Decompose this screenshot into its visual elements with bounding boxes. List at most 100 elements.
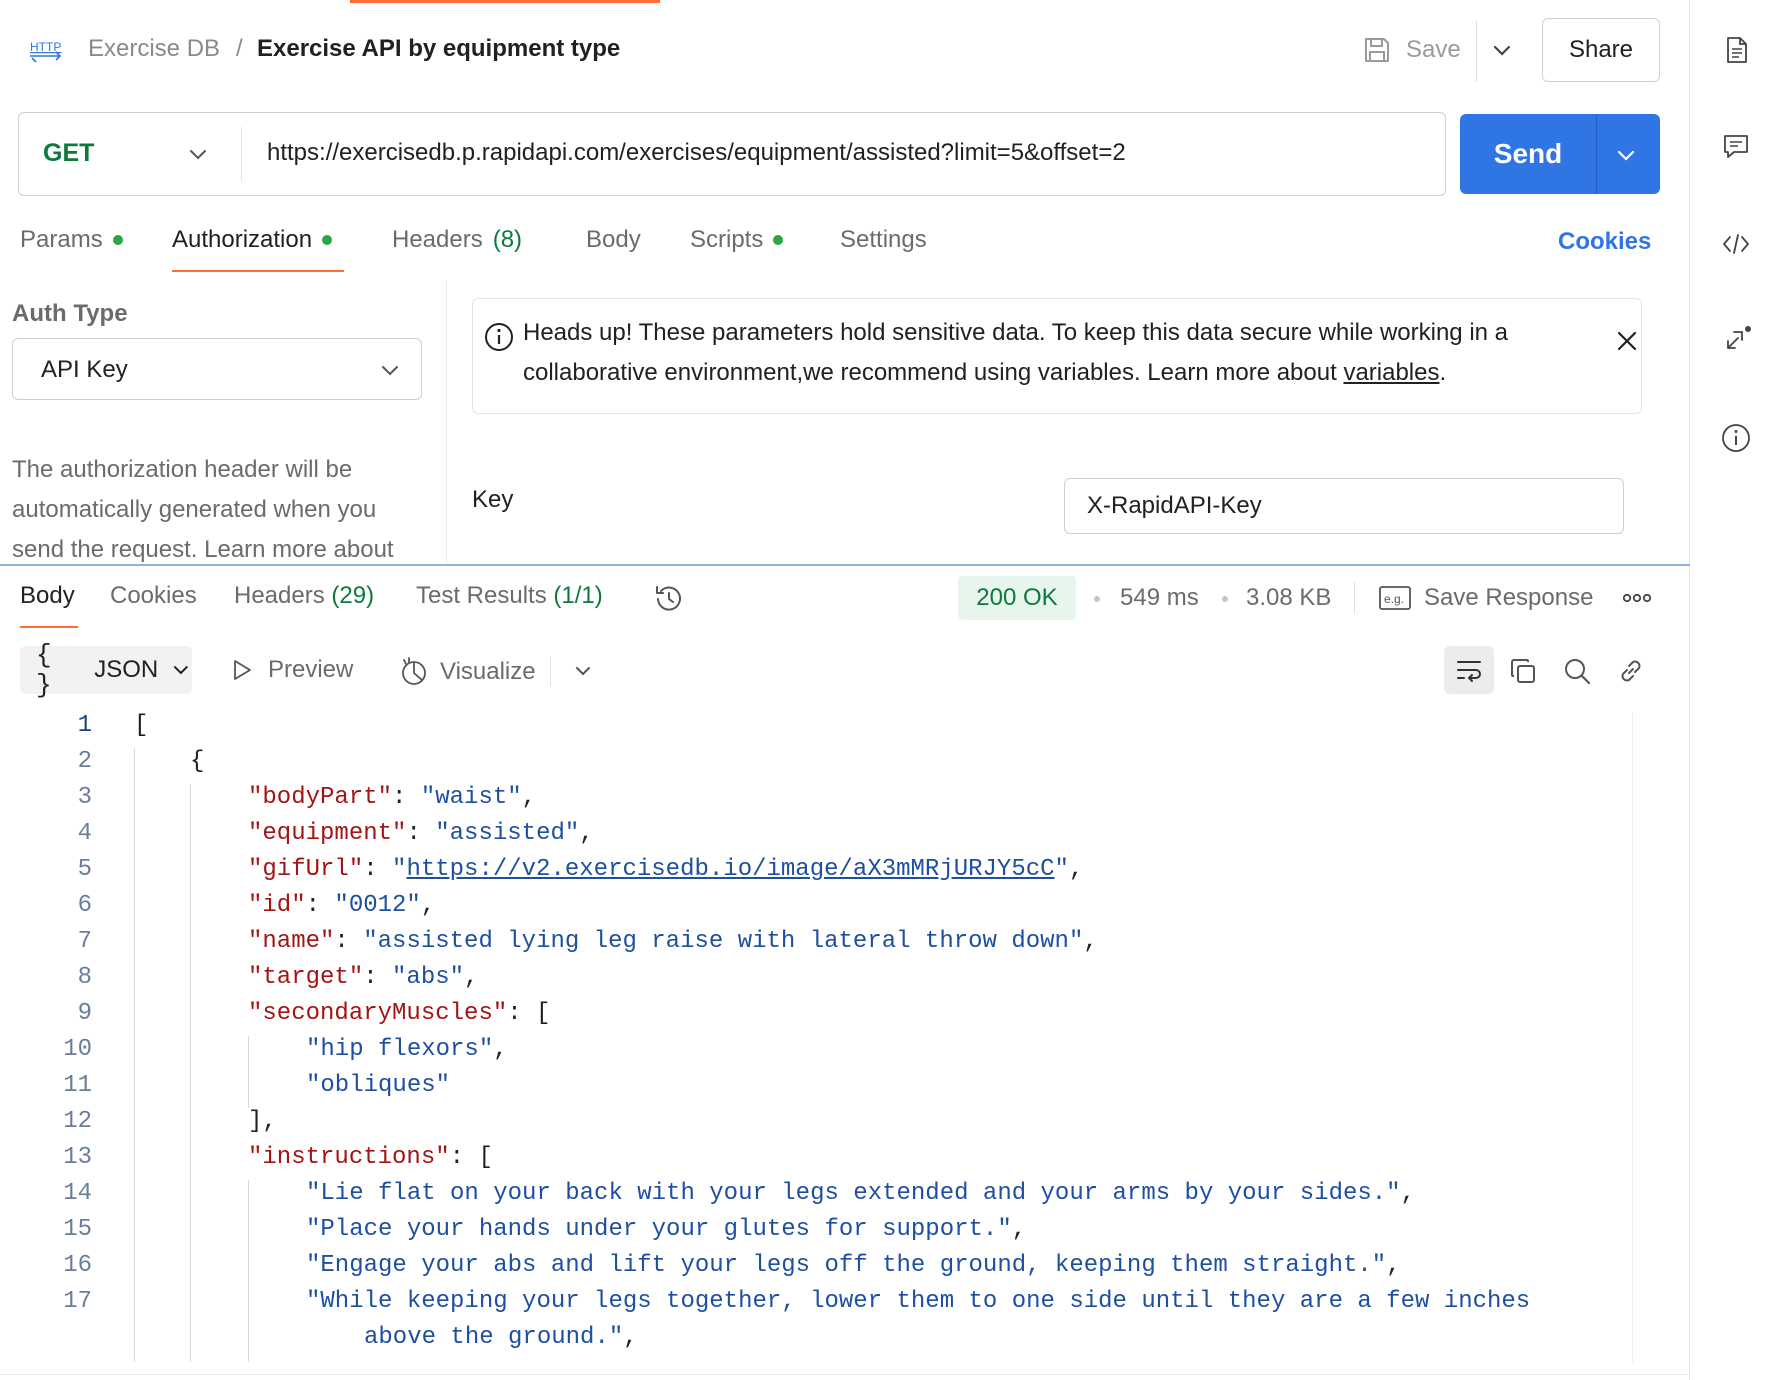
tab-headers-label: Headers (392, 226, 483, 253)
line-number: 15 (63, 1216, 92, 1243)
code-scrollbar-track[interactable] (1632, 712, 1633, 1362)
related-collections-icon[interactable] (1720, 324, 1752, 356)
code-line: 3 "bodyPart": "waist", (0, 784, 1634, 820)
code-line: 16 "Engage your abs and lift your legs o… (0, 1252, 1634, 1288)
tab-body[interactable]: Body (586, 226, 641, 254)
tab-headers[interactable]: Headers (8) (392, 226, 522, 254)
cookies-link[interactable]: Cookies (1558, 228, 1651, 256)
tab-settings[interactable]: Settings (840, 226, 927, 254)
pane-splitter[interactable] (0, 564, 1690, 566)
gif-url-link[interactable]: https://v2.exercisedb.io/image/aX3mMRjUR… (406, 856, 1054, 883)
link-icon[interactable] (1616, 656, 1646, 686)
key-input[interactable] (1064, 478, 1624, 534)
response-body-code[interactable]: 1 [ 2 { 3 "bodyPart": "waist", 4 "equipm… (0, 712, 1634, 1362)
json-value: above the ground." (364, 1324, 624, 1351)
url-bar: GET https://exercisedb.p.rapidapi.com/ex… (18, 112, 1446, 196)
chevron-down-icon[interactable] (1488, 36, 1516, 64)
code-text: "secondaryMuscles": [ (248, 1000, 551, 1027)
send-button-group: Send (1460, 114, 1660, 194)
braces-icon: { } (36, 640, 52, 700)
save-response-button[interactable]: Save Response (1424, 584, 1593, 612)
code-line: 14 "Lie flat on your back with your legs… (0, 1180, 1634, 1216)
code-text: "obliques" (306, 1072, 450, 1099)
status-badge[interactable]: 200 OK (958, 576, 1076, 620)
history-clock-icon[interactable] (652, 582, 686, 616)
chevron-down-icon[interactable] (1612, 141, 1640, 169)
tab-authorization[interactable]: Authorization (172, 226, 333, 254)
search-icon[interactable] (1562, 656, 1592, 686)
comments-icon[interactable] (1720, 130, 1752, 162)
request-header: HTTP Exercise DB / Exercise API by equip… (0, 0, 1690, 100)
send-button[interactable]: Send (1460, 114, 1596, 194)
json-value: "assisted lying leg raise with lateral t… (363, 928, 1084, 955)
json-value: "abs" (392, 964, 465, 991)
share-button[interactable]: Share (1542, 18, 1660, 82)
send-divider (1596, 114, 1597, 194)
eg-example-icon[interactable]: e.g. (1378, 584, 1412, 612)
code-text: "While keeping your legs together, lower… (306, 1288, 1530, 1315)
line-number: 10 (63, 1036, 92, 1063)
json-key: "name" (248, 928, 335, 955)
line-number: 14 (63, 1180, 92, 1207)
more-horizontal-icon[interactable] (1622, 588, 1652, 608)
auth-type-select[interactable]: API Key (12, 338, 422, 400)
code-text: "gifUrl": "https://v2.exercisedb.io/imag… (248, 856, 1084, 883)
line-number: 13 (63, 1144, 92, 1171)
close-icon[interactable] (1613, 327, 1641, 355)
line-number: 5 (77, 856, 92, 883)
tab-response-cookies[interactable]: Cookies (110, 582, 197, 610)
tab-response-headers[interactable]: Headers (29) (234, 582, 374, 610)
code-text: "target": "abs", (248, 964, 479, 991)
json-value: "assisted" (435, 820, 580, 847)
tab-test-results[interactable]: Test Results (1/1) (416, 582, 603, 610)
preview-button[interactable]: Preview (230, 656, 353, 684)
tab-params-label: Params (20, 226, 103, 253)
code-line: 4 "equipment": "assisted", (0, 820, 1634, 856)
code-text: "equipment": "assisted", (248, 820, 594, 847)
wrap-lines-button[interactable] (1444, 646, 1494, 694)
response-tab-underline (20, 626, 78, 628)
code-text: "Place your hands under your glutes for … (306, 1216, 1027, 1243)
save-button[interactable]: Save (1362, 30, 1461, 70)
request-title[interactable]: Exercise API by equipment type (257, 35, 620, 63)
tab-scripts[interactable]: Scripts (690, 226, 784, 254)
code-line: 12 ], (0, 1108, 1634, 1144)
chevron-down-icon[interactable] (572, 660, 594, 682)
wrap-lines-icon (1457, 661, 1481, 682)
visualize-label: Visualize (440, 658, 536, 685)
code-line: 10 "hip flexors", (0, 1036, 1634, 1072)
json-value: "Lie flat on your back with your legs ex… (306, 1180, 1401, 1207)
code-line: 9 "secondaryMuscles": [ (0, 1000, 1634, 1036)
code-line: 2 { (0, 748, 1634, 784)
visualize-divider (550, 656, 551, 686)
documentation-icon[interactable] (1720, 34, 1752, 66)
code-text: "Engage your abs and lift your legs off … (306, 1252, 1401, 1279)
request-workspace: HTTP Exercise DB / Exercise API by equip… (0, 0, 1690, 1380)
json-value: "obliques" (306, 1072, 451, 1099)
chevron-down-icon[interactable] (185, 141, 211, 167)
json-key: "target" (248, 964, 364, 991)
method-select[interactable]: GET (43, 139, 94, 168)
format-select[interactable]: { } JSON (20, 640, 192, 700)
url-input[interactable]: https://exercisedb.p.rapidapi.com/exerci… (267, 139, 1126, 167)
json-key: "equipment" (248, 820, 407, 847)
variables-link[interactable]: variables (1343, 359, 1439, 386)
response-size[interactable]: 3.08 KB (1246, 584, 1331, 612)
response-time[interactable]: 549 ms (1120, 584, 1199, 612)
copy-icon[interactable] (1508, 656, 1538, 686)
scripts-active-dot (773, 235, 784, 245)
json-key: "instructions" (248, 1144, 450, 1171)
preview-label: Preview (268, 656, 354, 683)
tab-response-body[interactable]: Body (20, 582, 75, 610)
code-snippet-icon[interactable] (1720, 228, 1752, 260)
svg-text:e.g.: e.g. (1384, 592, 1404, 606)
visualize-button[interactable]: Visualize (398, 656, 536, 688)
code-text: "instructions": [ (248, 1144, 493, 1171)
tab-params[interactable]: Params (20, 226, 123, 254)
active-tab-underline (172, 270, 344, 272)
line-number: 11 (63, 1072, 92, 1099)
info-icon[interactable] (1720, 422, 1752, 454)
tab-settings-label: Settings (840, 226, 927, 253)
code-text: "id": "0012", (248, 892, 436, 919)
breadcrumb-collection[interactable]: Exercise DB (88, 35, 220, 63)
